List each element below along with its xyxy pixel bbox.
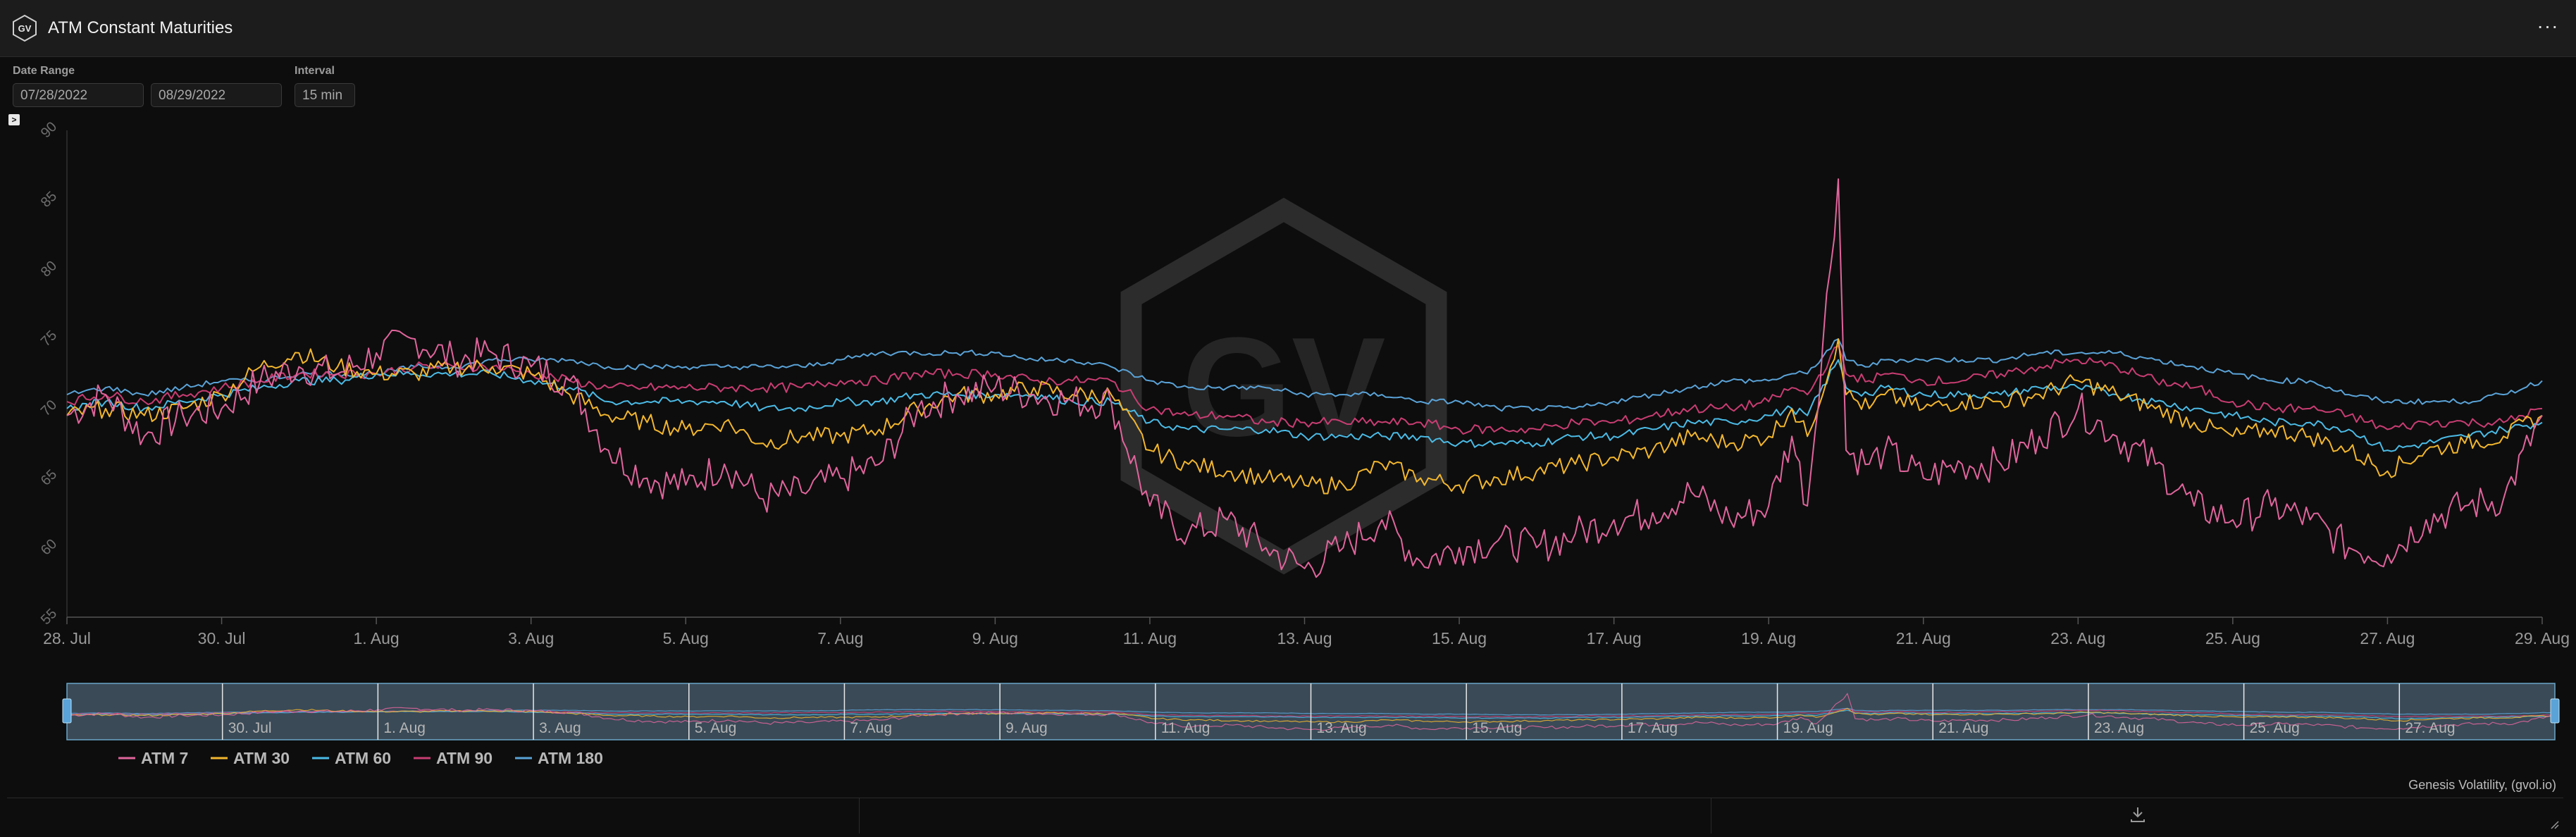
navigator-tick-label: 11. Aug — [1161, 720, 1210, 736]
navigator-tick-label: 25. Aug — [2250, 720, 2300, 736]
y-tick-label: 80 — [38, 258, 60, 280]
navigator-tick-label: 21. Aug — [1938, 720, 1988, 736]
x-tick-label: 11. Aug — [1123, 629, 1177, 647]
x-tick-label: 30. Jul — [198, 629, 246, 647]
x-tick-label: 19. Aug — [1741, 629, 1796, 647]
more-options-icon[interactable]: ··· — [2535, 16, 2560, 41]
navigator-tick-label: 15. Aug — [1472, 720, 1522, 736]
x-tick-label: 23. Aug — [2050, 629, 2105, 647]
y-tick-label: 75 — [38, 328, 60, 349]
start-date-input[interactable]: 07/28/2022 — [13, 83, 144, 107]
legend-item-atm-30[interactable]: ATM 30 — [233, 749, 290, 767]
resize-handle-icon[interactable] — [2549, 819, 2559, 829]
x-tick-label: 7. Aug — [817, 629, 863, 647]
x-tick-label: 3. Aug — [508, 629, 554, 647]
y-tick-label: 65 — [38, 466, 60, 488]
x-tick-label: 15. Aug — [1432, 629, 1487, 647]
x-tick-label: 17. Aug — [1587, 629, 1642, 647]
y-tick-label: 85 — [38, 189, 60, 211]
panel-title: ATM Constant Maturities — [48, 18, 233, 37]
date-range-label: Date Range — [13, 65, 75, 77]
interval-select[interactable]: 15 min — [295, 83, 355, 107]
download-icon[interactable] — [2127, 804, 2148, 825]
x-tick-label: 28. Jul — [43, 629, 91, 647]
credit-text: Genesis Volatility, (gvol.io) — [2408, 778, 2556, 792]
navigator-tick-label: 5. Aug — [695, 720, 737, 736]
navigator-tick-label: 13. Aug — [1317, 720, 1367, 736]
x-tick-label: 9. Aug — [972, 629, 1018, 647]
atm-chart: GV556065707580859028. Jul 30. Jul 1. Aug 3.… — [38, 119, 2570, 767]
navigator-tick-label: 23. Aug — [2094, 720, 2144, 736]
legend-item-atm-7[interactable]: ATM 7 — [141, 749, 188, 767]
x-tick-label: 1. Aug — [354, 629, 400, 647]
date-range-group: Date Range 07/28/2022 08/29/2022 — [13, 65, 282, 107]
x-tick-label: 5. Aug — [663, 629, 709, 647]
toolbar-cell-right — [1711, 798, 2563, 833]
navigator-tick-label: 17. Aug — [1628, 720, 1678, 736]
y-tick-label: 60 — [38, 536, 60, 558]
x-tick-label: 29. Aug — [2515, 629, 2570, 647]
navigator-handle-left[interactable] — [62, 698, 72, 724]
toolbar-cell-middle — [860, 798, 1712, 833]
interval-label: Interval — [295, 65, 335, 77]
x-tick-label: 13. Aug — [1277, 629, 1332, 647]
navigator-tick-label: 3. Aug — [539, 720, 581, 736]
y-tick-label: 55 — [38, 606, 60, 628]
navigator-tick-label: 9. Aug — [1005, 720, 1048, 736]
navigator-handle-right[interactable] — [2550, 698, 2560, 724]
navigator-tick-label: 1. Aug — [383, 720, 426, 736]
legend-item-atm-90[interactable]: ATM 90 — [436, 749, 493, 767]
x-tick-label: 25. Aug — [2205, 629, 2260, 647]
legend-item-atm-60[interactable]: ATM 60 — [335, 749, 391, 767]
y-tick-label: 90 — [38, 119, 60, 141]
bottom-toolbar — [7, 798, 2563, 833]
interval-group: Interval 15 min — [289, 65, 355, 107]
gv-logo: GV — [13, 15, 37, 42]
end-date-input[interactable]: 08/29/2022 — [151, 83, 282, 107]
legend-item-atm-180[interactable]: ATM 180 — [538, 749, 603, 767]
panel-header: GV ATM Constant Maturities ··· — [0, 0, 2576, 57]
collapse-controls-button[interactable]: > — [8, 114, 20, 125]
x-tick-label: 21. Aug — [1896, 629, 1951, 647]
navigator-tick-label: 27. Aug — [2405, 720, 2455, 736]
toolbar-cell-left — [7, 798, 860, 833]
chart-controls: Date Range 07/28/2022 08/29/2022 Interva… — [13, 65, 355, 107]
x-tick-label: 27. Aug — [2360, 629, 2415, 647]
navigator-tick-label: 7. Aug — [850, 720, 892, 736]
y-tick-label: 70 — [38, 397, 60, 419]
navigator-tick-label: 30. Jul — [228, 720, 272, 736]
navigator-tick-label: 19. Aug — [1783, 720, 1833, 736]
